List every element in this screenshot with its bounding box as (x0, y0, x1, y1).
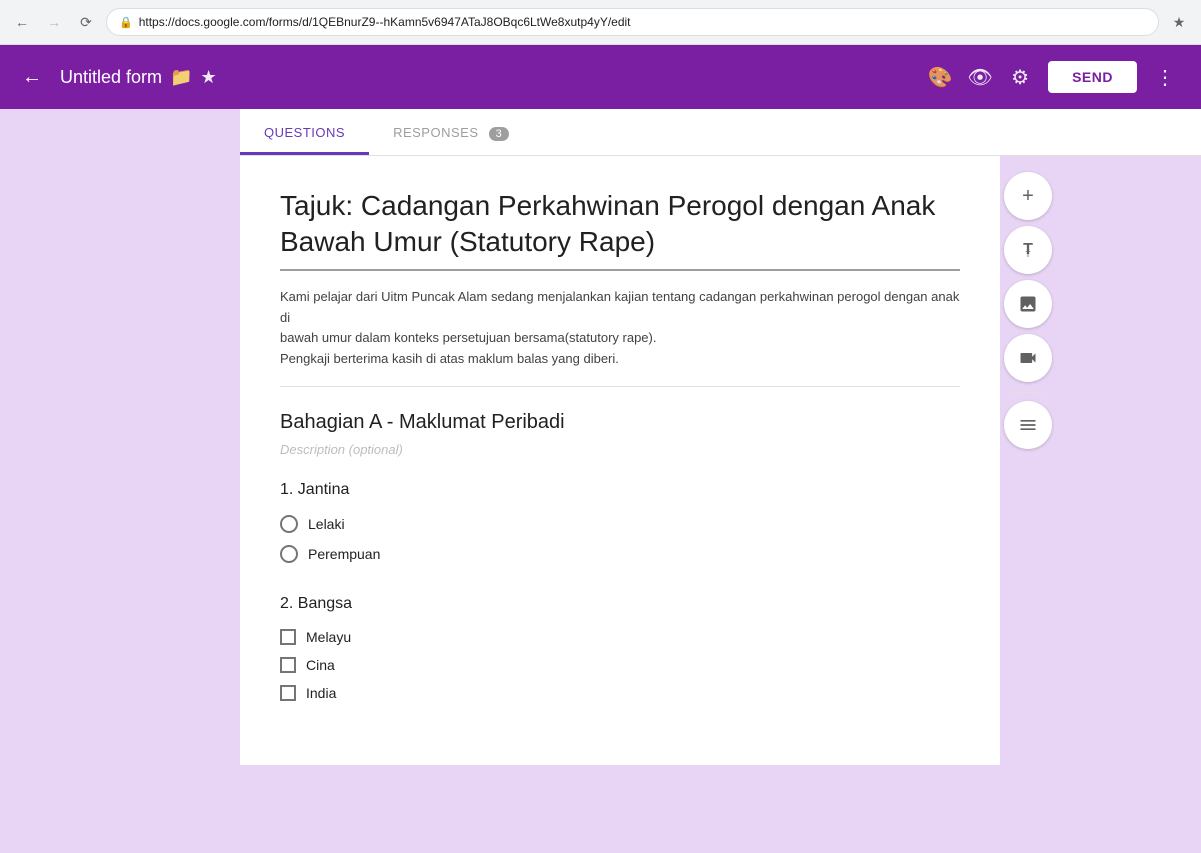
add-video-button[interactable] (1004, 334, 1052, 382)
option-lelaki[interactable]: Lelaki (280, 515, 960, 533)
question-1-label: 1. Jantina (280, 481, 960, 499)
responses-badge: 3 (489, 127, 510, 141)
option-perempuan[interactable]: Perempuan (280, 545, 960, 563)
form-title[interactable]: Tajuk: Cadangan Perkahwinan Perogol deng… (280, 188, 960, 271)
star-button[interactable]: ★ (200, 67, 216, 88)
send-button[interactable]: SEND (1048, 61, 1137, 93)
option-india[interactable]: India (280, 685, 960, 701)
question-2-block: 2. Bangsa Melayu Cina India (280, 595, 960, 701)
checkbox-india[interactable] (280, 685, 296, 701)
browser-chrome: ← → ⟳ 🔒 https://docs.google.com/forms/d/… (0, 0, 1201, 45)
url-text: https://docs.google.com/forms/d/1QEBnurZ… (139, 15, 631, 29)
form-content: Tajuk: Cadangan Perkahwinan Perogol deng… (240, 156, 1000, 765)
lock-icon: 🔒 (119, 16, 133, 29)
add-image-button[interactable] (1004, 280, 1052, 328)
browser-nav: ← → ⟳ 🔒 https://docs.google.com/forms/d/… (0, 0, 1201, 44)
left-accent (0, 109, 240, 853)
title-sub-icon: T (1026, 250, 1031, 259)
content-area: QUESTIONS RESPONSES 3 Tajuk: Cadangan Pe… (240, 109, 1201, 853)
desc-line-1: Kami pelajar dari Uitm Puncak Alam sedan… (280, 287, 960, 329)
section-icon (1018, 415, 1038, 435)
question-2-label: 2. Bangsa (280, 595, 960, 613)
tabs-bar: QUESTIONS RESPONSES 3 (240, 109, 1201, 156)
radio-perempuan[interactable] (280, 545, 298, 563)
add-title-button[interactable]: T T (1004, 226, 1052, 274)
option-melayu[interactable]: Melayu (280, 629, 960, 645)
radio-lelaki[interactable] (280, 515, 298, 533)
palette-button[interactable]: 🎨 (920, 57, 960, 97)
folder-button[interactable]: 📁 (170, 67, 192, 88)
content-row: Tajuk: Cadangan Perkahwinan Perogol deng… (240, 156, 1201, 765)
form-title-header: Untitled form (60, 67, 162, 88)
back-to-forms-button[interactable]: ← (16, 61, 48, 93)
desc-line-2: bawah umur dalam konteks persetujuan ber… (280, 328, 960, 349)
image-icon (1018, 294, 1038, 314)
radio-lelaki-label: Lelaki (308, 516, 345, 532)
back-button[interactable]: ← (10, 10, 34, 34)
checkbox-cina-label: Cina (306, 657, 335, 673)
add-question-button[interactable]: + (1004, 172, 1052, 220)
question-1-block: 1. Jantina Lelaki Perempuan (280, 481, 960, 563)
more-options-button[interactable]: ⋮ (1145, 57, 1185, 97)
option-cina[interactable]: Cina (280, 657, 960, 673)
reload-button[interactable]: ⟳ (74, 10, 98, 34)
desc-line-3: Pengkaji berterima kasih di atas maklum … (280, 349, 960, 370)
tab-questions[interactable]: QUESTIONS (240, 109, 369, 155)
checkbox-cina[interactable] (280, 657, 296, 673)
add-section-button[interactable] (1004, 401, 1052, 449)
right-toolbar: + T T (1000, 156, 1056, 451)
main-layout: QUESTIONS RESPONSES 3 Tajuk: Cadangan Pe… (0, 109, 1201, 853)
add-icon: + (1022, 185, 1034, 208)
bookmark-button[interactable]: ★ (1167, 10, 1191, 34)
checkbox-india-label: India (306, 685, 336, 701)
section-description[interactable]: Description (optional) (280, 442, 960, 457)
address-bar[interactable]: 🔒 https://docs.google.com/forms/d/1QEBnu… (106, 8, 1159, 36)
settings-button[interactable]: ⚙ (1000, 57, 1040, 97)
preview-button[interactable]: 👁 (960, 57, 1000, 97)
toolbar-divider (1010, 392, 1046, 393)
video-icon (1018, 348, 1038, 368)
tab-responses[interactable]: RESPONSES 3 (369, 109, 533, 155)
forward-button[interactable]: → (42, 10, 66, 34)
checkbox-melayu-label: Melayu (306, 629, 351, 645)
app-header: ← Untitled form 📁 ★ 🎨 👁 ⚙ SEND ⋮ (0, 45, 1201, 109)
radio-perempuan-label: Perempuan (308, 546, 380, 562)
checkbox-melayu[interactable] (280, 629, 296, 645)
form-description: Kami pelajar dari Uitm Puncak Alam sedan… (280, 287, 960, 387)
section-title[interactable]: Bahagian A - Maklumat Peribadi (280, 411, 960, 434)
